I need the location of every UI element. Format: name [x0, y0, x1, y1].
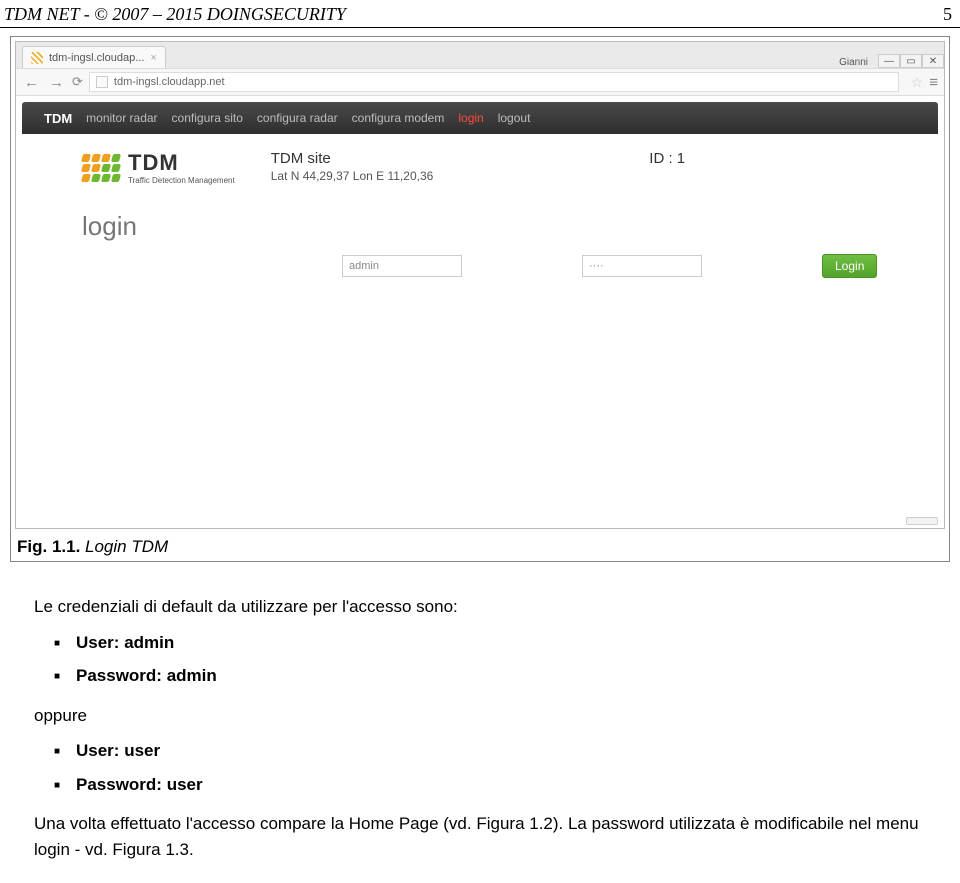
figure-label: Fig. 1.1. [17, 537, 80, 556]
browser-status-footer [16, 514, 944, 528]
document-body: Le credenziali di default da utilizzare … [0, 568, 960, 878]
window-close-button[interactable]: ✕ [922, 54, 944, 68]
site-coords: Lat N 44,29,37 Lon E 11,20,36 [271, 169, 434, 183]
nav-item-configura-sito[interactable]: configura sito [172, 111, 243, 125]
figure-caption: Fig. 1.1. Login TDM [11, 533, 949, 561]
figure-frame: tdm-ingsl.cloudap... × Gianni — ▭ ✕ ← → … [10, 36, 950, 562]
nav-brand[interactable]: TDM [44, 111, 72, 126]
doc-title: TDM NET - © 2007 – 2015 DOINGSECURITY [4, 4, 346, 25]
window-maximize-button[interactable]: ▭ [900, 54, 922, 68]
outro-text: Una volta effettuato l'accesso compare l… [34, 811, 926, 862]
list-item: Password: admin [34, 659, 926, 693]
url-input[interactable]: tdm-ingsl.cloudapp.net [89, 72, 899, 92]
browser-menu-icon[interactable]: ≡ [929, 74, 938, 91]
login-form: Login [82, 254, 878, 278]
nav-item-configura-radar[interactable]: configura radar [257, 111, 338, 125]
login-button[interactable]: Login [822, 254, 877, 278]
nav-reload-icon[interactable]: ⟳ [72, 74, 83, 90]
password-input[interactable] [582, 255, 702, 277]
site-content: TDM Traffic Detection Management TDM sit… [22, 134, 938, 514]
list-item: User: user [34, 734, 926, 768]
browser-tab[interactable]: tdm-ingsl.cloudap... × [22, 46, 166, 68]
site-header-row: TDM Traffic Detection Management TDM sit… [82, 144, 878, 197]
site-title: TDM site [271, 150, 434, 167]
nav-item-login[interactable]: login [458, 111, 483, 125]
tab-strip: tdm-ingsl.cloudap... × Gianni — ▭ ✕ [16, 42, 944, 68]
url-text: tdm-ingsl.cloudapp.net [114, 76, 225, 88]
page-header: TDM NET - © 2007 – 2015 DOINGSECURITY 5 [0, 0, 960, 28]
page-icon [96, 76, 108, 88]
site-id: ID : 1 [649, 150, 685, 167]
login-heading: login [82, 211, 878, 242]
oppure-text: oppure [34, 703, 926, 729]
bookmark-star-icon[interactable]: ☆ [911, 74, 924, 91]
logo-text-small: Traffic Detection Management [128, 176, 235, 185]
logo-block: TDM Traffic Detection Management [82, 150, 235, 185]
intro-text: Le credenziali di default da utilizzare … [34, 594, 926, 620]
username-input[interactable] [342, 255, 462, 277]
nav-item-configura-modem[interactable]: configura modem [352, 111, 445, 125]
address-bar: ← → ⟳ tdm-ingsl.cloudapp.net ☆ ≡ [16, 68, 944, 96]
page-number: 5 [943, 4, 952, 25]
list-item: User: admin [34, 626, 926, 660]
tab-close-icon[interactable]: × [150, 52, 156, 64]
window-user-label: Gianni [839, 57, 868, 68]
nav-item-monitor-radar[interactable]: monitor radar [86, 111, 157, 125]
nav-forward-icon[interactable]: → [47, 74, 66, 91]
nav-back-icon[interactable]: ← [22, 74, 41, 91]
window-minimize-button[interactable]: — [878, 54, 900, 68]
nav-item-logout[interactable]: logout [498, 111, 531, 125]
browser-window: tdm-ingsl.cloudap... × Gianni — ▭ ✕ ← → … [15, 41, 945, 529]
logo-icon [82, 154, 120, 182]
figure-container: tdm-ingsl.cloudap... × Gianni — ▭ ✕ ← → … [11, 37, 949, 533]
tab-title: tdm-ingsl.cloudap... [49, 52, 144, 64]
credentials-list-1: User: admin Password: admin [34, 626, 926, 693]
credentials-list-2: User: user Password: user [34, 734, 926, 801]
figure-caption-text: Login TDM [80, 537, 168, 556]
site-nav: TDM monitor radar configura sito configu… [22, 102, 938, 134]
tab-favicon-icon [31, 52, 43, 64]
list-item: Password: user [34, 768, 926, 802]
horizontal-scroll-indicator [906, 517, 938, 525]
site-info: TDM site Lat N 44,29,37 Lon E 11,20,36 [271, 150, 434, 183]
logo-text-big: TDM [128, 150, 235, 176]
